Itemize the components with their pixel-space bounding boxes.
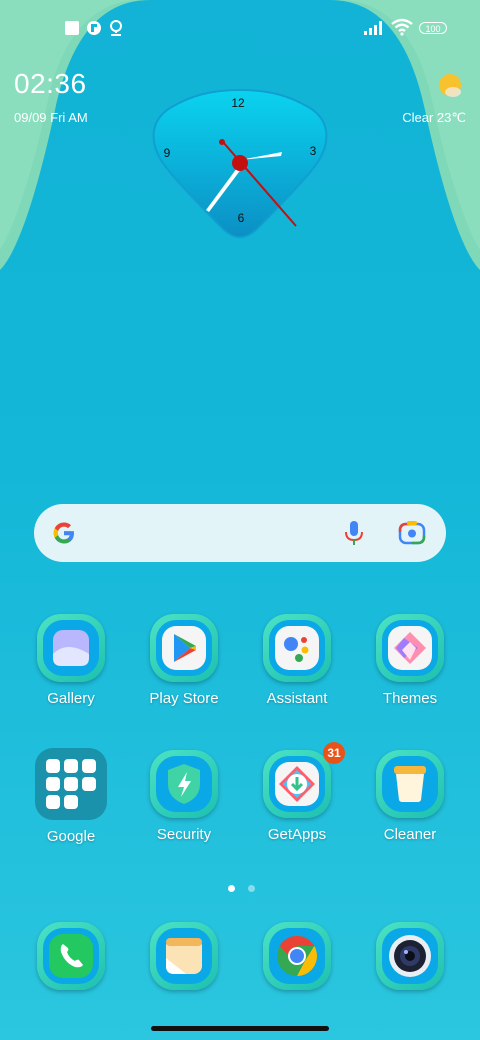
page-dot[interactable] [248, 885, 256, 892]
notes-icon [166, 938, 202, 974]
app-label: Cleaner [383, 826, 437, 843]
signal-icon [364, 21, 382, 35]
widget-date[interactable]: 09/09 Fri AM [14, 110, 88, 125]
notification-icon [87, 21, 101, 35]
camera-icon [389, 935, 431, 977]
chrome-icon [277, 936, 317, 976]
app-notification-icon [65, 21, 79, 35]
page-dot-active[interactable] [228, 885, 235, 892]
app-label: Assistant [266, 690, 328, 707]
security-icon [168, 764, 200, 804]
gallery-icon [53, 630, 89, 666]
analog-clock[interactable]: 12 3 6 9 [150, 86, 330, 242]
wifi-icon [391, 18, 413, 36]
mic-icon[interactable] [342, 519, 366, 547]
phone-icon [49, 934, 93, 978]
app-play-store[interactable]: Play Store [129, 614, 239, 707]
battery-icon: 100 [419, 22, 447, 34]
notification-badge: 31 [323, 742, 345, 764]
google-search-bar[interactable] [34, 504, 446, 562]
app-cleaner[interactable]: Cleaner [355, 750, 465, 843]
clock-number-12: 12 [231, 96, 245, 110]
google-logo-icon[interactable] [50, 519, 78, 547]
weather-text[interactable]: Clear 23℃ [402, 110, 466, 126]
app-label: Play Store [149, 690, 219, 707]
app-label: GetApps [267, 826, 327, 843]
app-getapps[interactable]: 31 GetApps [242, 742, 352, 843]
status-bar: 100 [0, 0, 480, 56]
location-icon [110, 20, 122, 36]
play-store-icon [162, 626, 206, 670]
getapps-icon [275, 762, 319, 806]
clock-number-3: 3 [310, 144, 317, 158]
sun-cloud-icon[interactable] [436, 72, 464, 100]
gesture-nav-handle[interactable] [151, 1026, 329, 1031]
folder-icon [35, 748, 107, 820]
dock-camera[interactable] [355, 922, 465, 990]
folder-google[interactable]: Google [16, 748, 126, 845]
app-assistant[interactable]: Assistant [242, 614, 352, 707]
themes-icon [388, 626, 432, 670]
clock-number-6: 6 [238, 211, 245, 225]
app-gallery[interactable]: Gallery [16, 614, 126, 707]
page-indicator[interactable] [228, 879, 264, 897]
clock-number-9: 9 [164, 146, 171, 160]
app-security[interactable]: Security [129, 750, 239, 843]
assistant-icon [275, 626, 319, 670]
app-label: Google [46, 828, 96, 845]
battery-level: 100 [425, 24, 441, 34]
app-label: Gallery [47, 690, 95, 707]
lens-icon[interactable] [398, 520, 426, 546]
cleaner-icon [394, 766, 426, 802]
widget-time[interactable]: 02:36 [14, 68, 87, 100]
app-label: Themes [382, 690, 438, 707]
dock-notes[interactable] [129, 922, 239, 990]
dock-chrome[interactable] [242, 922, 352, 990]
dock-phone[interactable] [16, 922, 126, 990]
app-label: Security [156, 826, 212, 843]
app-themes[interactable]: Themes [355, 614, 465, 707]
